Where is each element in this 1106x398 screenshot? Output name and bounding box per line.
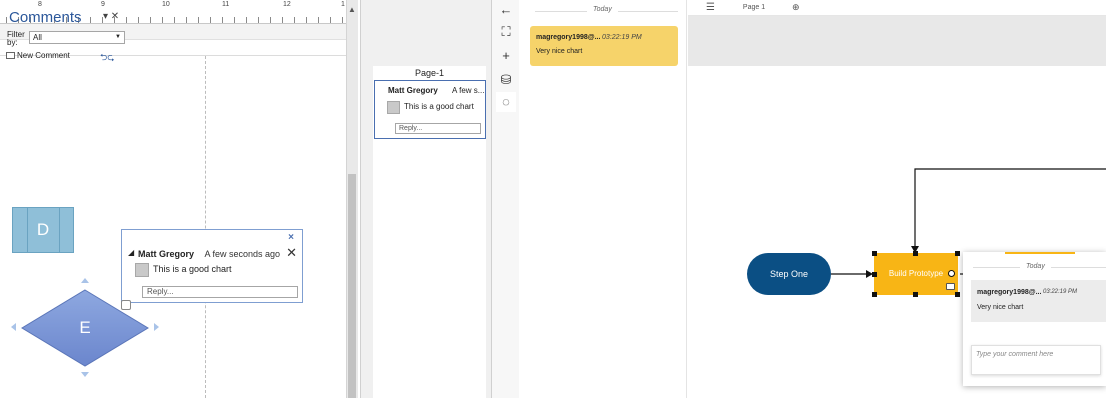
comment-text: Very nice chart — [536, 48, 583, 55]
ruler-tick — [258, 17, 259, 23]
reply-input[interactable]: Reply... — [142, 286, 298, 298]
comment-marker-icon[interactable] — [121, 300, 131, 310]
ruler-tick — [138, 17, 139, 23]
comment-icon — [6, 52, 15, 59]
comment-text: This is a good chart — [404, 102, 474, 111]
ruler-tick — [342, 17, 343, 23]
resize-handle[interactable] — [955, 292, 960, 297]
ruler-tick — [306, 17, 307, 23]
comment-time: A few seconds ago — [204, 249, 280, 259]
new-comment-button[interactable]: New Comment — [6, 51, 70, 60]
ruler-tick — [90, 17, 91, 23]
ruler-tick — [174, 17, 175, 23]
menu-icon[interactable]: ☰ — [706, 2, 715, 13]
ruler-tick — [246, 17, 247, 23]
ruler-tick — [330, 17, 331, 23]
ruler-number: 8 — [38, 1, 42, 8]
shape-d[interactable]: D — [12, 207, 74, 253]
comment-popup: Today magregory1998@... 03:22:19 PM Very… — [963, 252, 1106, 386]
new-comment-label: New Comment — [17, 51, 70, 60]
ruler-tick — [294, 17, 295, 23]
shapes-icon[interactable]: ⛶ — [496, 22, 516, 42]
scroll-up-arrow-icon[interactable]: ▲ — [346, 4, 358, 16]
connection-point-icon[interactable] — [948, 270, 955, 277]
collapse-icon[interactable]: ◢ — [128, 248, 134, 257]
close-icon[interactable]: × — [288, 232, 294, 243]
node-step-one[interactable]: Step One — [747, 253, 831, 295]
shape-d-label: D — [36, 220, 50, 239]
comments-icon[interactable]: ◌ — [496, 92, 516, 112]
ruler-number: 11 — [222, 1, 230, 8]
comment-card-selected[interactable]: magregory1998@... 03:22:19 PM Very nice … — [530, 26, 678, 66]
avatar — [135, 263, 149, 277]
ruler-tick — [186, 17, 187, 23]
comment-time: 03:22:19 PM — [1043, 289, 1078, 295]
ruler-tick — [222, 17, 223, 23]
filter-dropdown[interactable]: All ▼ — [29, 31, 125, 44]
comment-time-snippet: A few s... — [452, 86, 485, 95]
ruler-number: 12 — [283, 1, 291, 8]
comment-author: Matt Gregory — [138, 249, 195, 259]
comment-marker-icon[interactable] — [946, 283, 955, 290]
scrollbar-thumb[interactable] — [348, 174, 356, 398]
comment-callout: × ◢ Matt Gregory A few seconds ago ✕ Thi… — [121, 229, 303, 303]
ruler-tick — [6, 17, 7, 23]
reply-input[interactable]: Reply... — [395, 123, 481, 134]
comment-time: 03:22:19 PM — [602, 34, 642, 41]
page-heading: Page-1 — [414, 68, 445, 78]
ruler-tick — [198, 17, 199, 23]
ruler-number: 10 — [162, 1, 170, 8]
ruler-number: 1 — [341, 1, 345, 8]
prev-next-comment-icons[interactable]: ⮌⮎ — [100, 50, 114, 66]
database-icon[interactable]: ⛁ — [496, 70, 516, 90]
add-page-icon[interactable]: ⊕ — [792, 2, 800, 13]
comment-user: magregory1998@... — [536, 34, 601, 41]
tab-page-1[interactable]: Page 1 — [722, 0, 786, 16]
resize-handle[interactable] — [872, 272, 877, 277]
resize-handle[interactable] — [872, 292, 877, 297]
date-group-label: Today — [587, 6, 618, 13]
comments-pane-title: Comments — [9, 9, 82, 26]
comment-author: Matt Gregory — [388, 86, 438, 95]
pane-controls[interactable]: ▾ ✕ — [103, 11, 119, 22]
ruler-tick — [234, 17, 235, 23]
ruler-tick — [270, 17, 271, 23]
comment-card[interactable]: Matt Gregory A few s... This is a good c… — [374, 80, 486, 139]
canvas-header-band — [688, 16, 1106, 66]
drawio-sidebar: ← ⛶ + ⛁ ◌ — [492, 0, 519, 398]
add-icon[interactable]: + — [496, 46, 516, 66]
chevron-down-icon: ▼ — [115, 34, 121, 40]
ruler-tick — [318, 17, 319, 23]
guide-line — [205, 56, 206, 398]
comment-input[interactable]: Type your comment here — [971, 345, 1101, 375]
comment-user: magregory1998@... — [977, 289, 1042, 296]
accent-bar — [1005, 252, 1075, 254]
comment-text: This is a good chart — [153, 264, 232, 274]
ruler-tick — [150, 17, 151, 23]
resize-handle[interactable] — [913, 292, 918, 297]
ruler-tick — [126, 17, 127, 23]
ruler-tick — [282, 17, 283, 23]
resize-handle[interactable] — [955, 251, 960, 256]
ruler-tick — [210, 17, 211, 23]
back-arrow-icon[interactable]: ← — [496, 0, 516, 20]
filter-value: All — [33, 33, 42, 42]
date-group-label: Today — [1020, 263, 1051, 270]
ruler-tick — [162, 17, 163, 23]
avatar — [387, 101, 400, 114]
ruler-number: 9 — [101, 1, 105, 8]
delete-icon[interactable]: ✕ — [286, 245, 297, 261]
resize-handle[interactable] — [913, 251, 918, 256]
resize-handle[interactable] — [872, 251, 877, 256]
comment-text: Very nice chart — [977, 304, 1024, 311]
comment-card[interactable]: magregory1998@... 03:22:19 PM Very nice … — [971, 280, 1106, 322]
filter-label: Filter by: — [7, 30, 25, 47]
